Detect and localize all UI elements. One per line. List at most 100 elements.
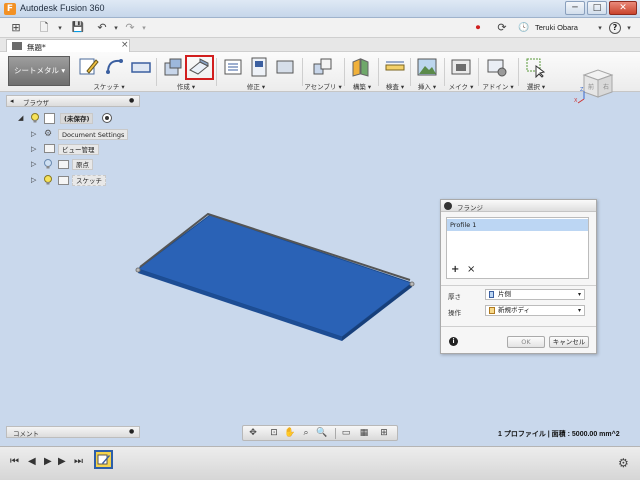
info-icon[interactable]: i (449, 337, 458, 346)
insert-group-label[interactable]: 挿入 ▾ (412, 81, 442, 91)
close-window-button[interactable]: ✕ (609, 1, 637, 15)
selection-status-text: 1 プロファイル | 面積 : 5000.00 mm^2 (498, 431, 620, 438)
assemble-joint-icon[interactable] (312, 56, 334, 78)
make-3d-print-icon[interactable] (450, 56, 472, 78)
viewcube-front-label[interactable]: 前 (588, 82, 594, 91)
visibility-bulb-off-icon[interactable] (43, 159, 53, 169)
visibility-bulb-icon[interactable] (30, 113, 40, 123)
folder-icon (44, 144, 55, 153)
modify-split-icon[interactable] (274, 56, 296, 78)
comments-panel[interactable]: コメント ● (6, 426, 140, 438)
document-tab[interactable]: 無題* × (6, 39, 130, 52)
visibility-bulb-icon[interactable] (43, 175, 53, 185)
modify-group-label[interactable]: 修正 ▾ (226, 81, 286, 91)
redo-caret-icon[interactable]: ▾ (136, 21, 152, 35)
remove-profile-icon[interactable]: × (467, 264, 475, 275)
tree-expand-icon[interactable]: ▷ (31, 145, 36, 153)
inspect-group-label[interactable]: 検査 ▾ (380, 81, 410, 91)
tree-expand-icon[interactable]: ◢ (18, 114, 23, 122)
zoom-window-icon[interactable]: ⌕ (299, 428, 313, 439)
data-panel-grid-icon[interactable]: ⊞ (8, 21, 24, 35)
job-status-icon[interactable]: ⟳ (494, 21, 510, 35)
modify-press-pull-icon[interactable] (222, 56, 244, 78)
timeline-last-icon[interactable]: ⏭ (74, 456, 83, 467)
clock-icon[interactable]: 🕓 (516, 21, 532, 35)
user-account-menu[interactable]: Teruki Obara (535, 23, 578, 32)
add-ins-icon[interactable] (486, 56, 508, 78)
title-bar: F Autodesk Fusion 360 ─ □ ✕ (0, 0, 640, 18)
look-at-icon[interactable]: ⊡ (267, 428, 281, 439)
sketch-rectangle-icon[interactable] (130, 56, 152, 78)
create-group-label[interactable]: 作成 ▾ (162, 81, 210, 91)
document-tab-close-icon[interactable]: × (121, 40, 129, 50)
modify-unfold-icon[interactable] (248, 56, 270, 78)
timeline-settings-gear-icon[interactable]: ⚙ (618, 456, 629, 470)
sketch-arc-icon[interactable] (104, 56, 126, 78)
tree-document-settings[interactable]: Document Settings (58, 129, 129, 140)
orbit-icon[interactable]: ✥ (246, 428, 260, 439)
display-settings-icon[interactable]: ▭ (339, 428, 353, 439)
timeline-play-icon[interactable]: ▶ (44, 456, 52, 467)
browser-pin-icon[interactable]: ● (129, 97, 134, 104)
chevron-down-icon: ▾ (577, 307, 581, 314)
add-profile-icon[interactable]: + (451, 264, 459, 275)
timeline-sketch-feature[interactable] (94, 450, 113, 469)
tree-sketches[interactable]: スケッチ (72, 175, 106, 186)
make-group-label[interactable]: メイク ▾ (446, 81, 476, 91)
select-group-label[interactable]: 選択 ▾ (522, 81, 550, 91)
help-caret-icon[interactable]: ▾ (621, 21, 637, 35)
profile-list-item[interactable]: Profile 1 (447, 219, 588, 231)
cancel-button[interactable]: キャンセル (549, 336, 589, 348)
file-menu-icon[interactable]: 🗋 (36, 21, 52, 35)
tree-expand-icon[interactable]: ▷ (31, 176, 36, 184)
workspace-switcher[interactable]: シートメタル ▾ (8, 56, 70, 86)
tree-named-views[interactable]: ビュー管理 (58, 144, 99, 155)
inspect-measure-icon[interactable] (384, 56, 406, 78)
tree-expand-icon[interactable]: ▷ (31, 160, 36, 168)
zoom-icon[interactable]: 🔍 (315, 428, 329, 439)
flange-dialog-header[interactable]: フランジ (441, 200, 596, 212)
assemble-group-label[interactable]: アセンブリ ▾ (298, 81, 348, 91)
browser-panel-header[interactable]: ◂ ブラウザ ● (6, 95, 140, 107)
construct-plane-icon[interactable] (350, 56, 372, 78)
create-base-icon[interactable] (162, 56, 184, 78)
timeline-first-icon[interactable]: ⏮ (10, 456, 19, 467)
operation-dropdown[interactable]: 新規ボディ ▾ (485, 305, 585, 316)
comments-pin-icon[interactable]: ● (129, 428, 134, 435)
pan-icon[interactable]: ✋ (283, 428, 297, 439)
viewcube-right-label[interactable]: 右 (603, 82, 609, 91)
timeline-next-icon[interactable]: ▶ (58, 456, 66, 467)
timeline-previous-icon[interactable]: ◀ (28, 456, 36, 467)
sheet-metal-plate[interactable] (130, 205, 420, 345)
tree-origin[interactable]: 原点 (72, 159, 93, 170)
add-ins-group-label[interactable]: アドイン ▾ (480, 81, 516, 91)
ok-button[interactable]: OK (507, 336, 545, 348)
user-caret-icon[interactable]: ▾ (592, 21, 608, 35)
help-icon[interactable]: ? (609, 22, 621, 34)
grid-settings-icon[interactable]: ▦ (357, 428, 371, 439)
tree-root-label[interactable]: (未保存) (60, 113, 94, 124)
ribbon-separator (344, 58, 345, 86)
create-sketch-icon[interactable] (78, 56, 100, 78)
record-icon[interactable]: ⏺ (470, 21, 486, 35)
construct-group-label[interactable]: 構築 ▾ (346, 81, 378, 91)
thickness-dropdown[interactable]: 片側 ▾ (485, 289, 585, 300)
browser-collapse-icon[interactable]: ◂ (10, 97, 14, 105)
dialog-collapse-icon[interactable] (444, 202, 452, 210)
save-icon[interactable]: 💾 (70, 21, 86, 35)
viewports-icon[interactable]: ⊞ (377, 428, 391, 439)
thickness-side-icon (489, 291, 494, 298)
profile-selection-list[interactable]: Profile 1 + × (446, 217, 589, 279)
flange-dialog-title: フランジ (457, 204, 483, 212)
viewcube[interactable]: 前 右 X Z (574, 63, 618, 107)
insert-image-icon[interactable] (416, 56, 438, 78)
select-icon[interactable] (524, 56, 546, 79)
document-tab-strip: 無題* × (0, 38, 640, 52)
file-menu-caret-icon[interactable]: ▾ (52, 21, 68, 35)
operation-value: 新規ボディ (498, 306, 531, 314)
sketch-group-label[interactable]: スケッチ ▾ (84, 81, 134, 91)
minimize-button[interactable]: ─ (565, 1, 585, 15)
maximize-button[interactable]: □ (587, 1, 607, 15)
activate-radio-icon[interactable] (102, 113, 112, 123)
tree-expand-icon[interactable]: ▷ (31, 130, 36, 138)
